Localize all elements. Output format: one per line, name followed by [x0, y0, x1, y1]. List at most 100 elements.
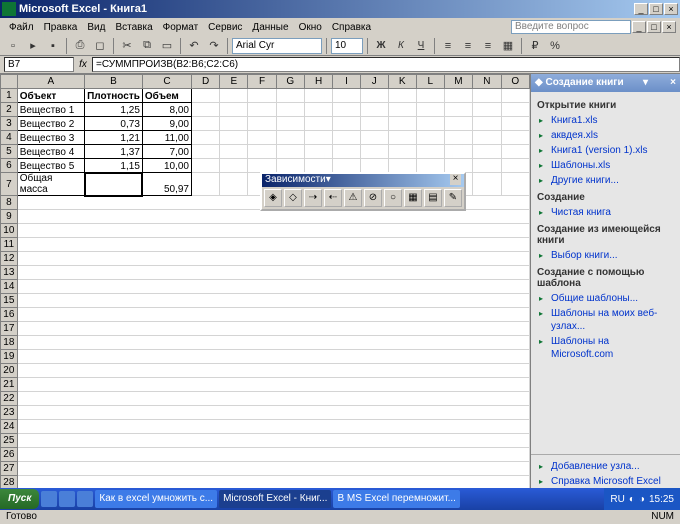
doc-restore-button[interactable]: □: [647, 21, 661, 33]
float-toolbar-close-icon[interactable]: ×: [450, 174, 461, 185]
taskpane-link[interactable]: Книга1 (version 1).xls: [537, 143, 674, 158]
row-header[interactable]: 1: [1, 89, 18, 103]
tray-icon[interactable]: ◑: [639, 494, 645, 505]
taskpane-link[interactable]: Шаблоны.xls: [537, 158, 674, 173]
taskbar-item[interactable]: В MS Excel перемножит...: [333, 490, 460, 508]
col-header[interactable]: C: [142, 75, 191, 89]
taskpane-link[interactable]: Книга1.xls: [537, 113, 674, 128]
cell[interactable]: Объект: [17, 89, 84, 103]
col-header[interactable]: J: [360, 75, 388, 89]
cell[interactable]: 1,15: [85, 159, 143, 173]
preview-icon[interactable]: ◻: [91, 37, 109, 55]
col-header[interactable]: I: [333, 75, 361, 89]
col-header[interactable]: O: [501, 75, 529, 89]
doc-close-button[interactable]: ×: [662, 21, 676, 33]
taskbar-item[interactable]: Как в excel умножить с...: [95, 490, 217, 508]
show-watch-icon[interactable]: ▦: [404, 189, 422, 207]
remove-arrows-icon[interactable]: ⊘: [364, 189, 382, 207]
taskpane-link[interactable]: Шаблоны на Microsoft.com: [537, 334, 674, 362]
formula-input[interactable]: =СУММПРОИЗВ(B2:B6;C2:C6): [92, 57, 680, 72]
taskpane-link[interactable]: Шаблоны на моих веб-узлах...: [537, 306, 674, 334]
tray-icon[interactable]: ◐: [629, 494, 635, 505]
taskpane-link[interactable]: Добавление узла...: [537, 459, 674, 474]
row-header[interactable]: 6: [1, 159, 18, 173]
align-left-icon[interactable]: ≡: [439, 37, 457, 55]
audit-icon[interactable]: ✎: [444, 189, 462, 207]
cut-icon[interactable]: ✂: [118, 37, 136, 55]
taskpane-link[interactable]: аквдея.xls: [537, 128, 674, 143]
redo-icon[interactable]: ↷: [205, 37, 223, 55]
taskpane-link[interactable]: Другие книги...: [537, 173, 674, 188]
spreadsheet-grid[interactable]: A B C D E F G H I J K L M N O 1 О: [0, 74, 530, 490]
bold-icon[interactable]: Ж: [372, 37, 390, 55]
dependencies-toolbar[interactable]: Зависимости ▾ × ◈ ◇ ⇢ ⇠ ⚠ ⊘ ○ ▦ ▤ ✎: [260, 172, 466, 211]
taskpane-link[interactable]: Выбор книги...: [537, 248, 674, 263]
col-header[interactable]: N: [473, 75, 501, 89]
maximize-button[interactable]: □: [649, 3, 663, 15]
close-button[interactable]: ×: [664, 3, 678, 15]
row-header[interactable]: 5: [1, 145, 18, 159]
taskpane-dropdown-icon[interactable]: ▾: [643, 74, 648, 92]
trace-precedents-icon[interactable]: ◈: [264, 189, 282, 207]
cell[interactable]: 11,00: [142, 131, 191, 145]
help-question-box[interactable]: Введите вопрос: [511, 20, 631, 34]
col-header[interactable]: E: [220, 75, 248, 89]
font-selector[interactable]: Arial Cyr: [232, 38, 322, 54]
name-box[interactable]: B7: [4, 57, 74, 72]
row-header[interactable]: 3: [1, 117, 18, 131]
currency-icon[interactable]: ₽: [526, 37, 544, 55]
cell[interactable]: 9,00: [142, 117, 191, 131]
cell[interactable]: Вещество 3: [17, 131, 84, 145]
row-header[interactable]: 4: [1, 131, 18, 145]
evaluate-icon[interactable]: ▤: [424, 189, 442, 207]
paste-icon[interactable]: ▭: [158, 37, 176, 55]
col-header[interactable]: G: [276, 75, 304, 89]
taskpane-link[interactable]: Справка Microsoft Excel: [537, 474, 674, 489]
clock[interactable]: 15:25: [649, 494, 674, 505]
quicklaunch-icon[interactable]: [41, 491, 57, 507]
col-header[interactable]: F: [248, 75, 276, 89]
menu-window[interactable]: Окно: [294, 20, 327, 35]
cell[interactable]: 1,25: [85, 103, 143, 117]
save-icon[interactable]: ▪: [44, 37, 62, 55]
col-header[interactable]: H: [304, 75, 332, 89]
undo-icon[interactable]: ↶: [185, 37, 203, 55]
quicklaunch-icon[interactable]: [59, 491, 75, 507]
font-size-selector[interactable]: 10: [331, 38, 363, 54]
cell[interactable]: Общая масса: [17, 173, 84, 196]
taskpane-link[interactable]: Чистая книга: [537, 205, 674, 220]
taskpane-link[interactable]: Общие шаблоны...: [537, 291, 674, 306]
float-toolbar-dropdown-icon[interactable]: ▾: [326, 174, 331, 187]
menu-edit[interactable]: Правка: [39, 20, 83, 35]
trace-dependents-icon[interactable]: ⇢: [304, 189, 322, 207]
cell[interactable]: 7,00: [142, 145, 191, 159]
doc-minimize-button[interactable]: _: [632, 21, 646, 33]
cell[interactable]: 50,97: [142, 173, 191, 196]
menu-insert[interactable]: Вставка: [110, 20, 157, 35]
active-cell[interactable]: [85, 173, 143, 196]
col-header[interactable]: A: [17, 75, 84, 89]
cell[interactable]: 0,73: [85, 117, 143, 131]
menu-file[interactable]: Файл: [4, 20, 39, 35]
minimize-button[interactable]: _: [634, 3, 648, 15]
row-header[interactable]: 7: [1, 173, 18, 196]
cell[interactable]: Вещество 5: [17, 159, 84, 173]
taskbar-item[interactable]: Microsoft Excel - Книг...: [219, 490, 331, 508]
taskpane-close-icon[interactable]: ×: [670, 74, 676, 92]
cell[interactable]: Вещество 2: [17, 117, 84, 131]
col-header[interactable]: K: [388, 75, 416, 89]
cell[interactable]: 1,21: [85, 131, 143, 145]
cell[interactable]: Объем: [142, 89, 191, 103]
fx-icon[interactable]: fx: [74, 59, 92, 70]
italic-icon[interactable]: К: [392, 37, 410, 55]
underline-icon[interactable]: Ч: [412, 37, 430, 55]
menu-tools[interactable]: Сервис: [203, 20, 247, 35]
col-header[interactable]: D: [192, 75, 220, 89]
cell[interactable]: 1,37: [85, 145, 143, 159]
menu-format[interactable]: Формат: [158, 20, 204, 35]
menu-help[interactable]: Справка: [327, 20, 376, 35]
cell[interactable]: Вещество 4: [17, 145, 84, 159]
select-all-corner[interactable]: [1, 75, 18, 89]
start-button[interactable]: Пуск: [0, 489, 39, 509]
merge-icon[interactable]: ▦: [499, 37, 517, 55]
